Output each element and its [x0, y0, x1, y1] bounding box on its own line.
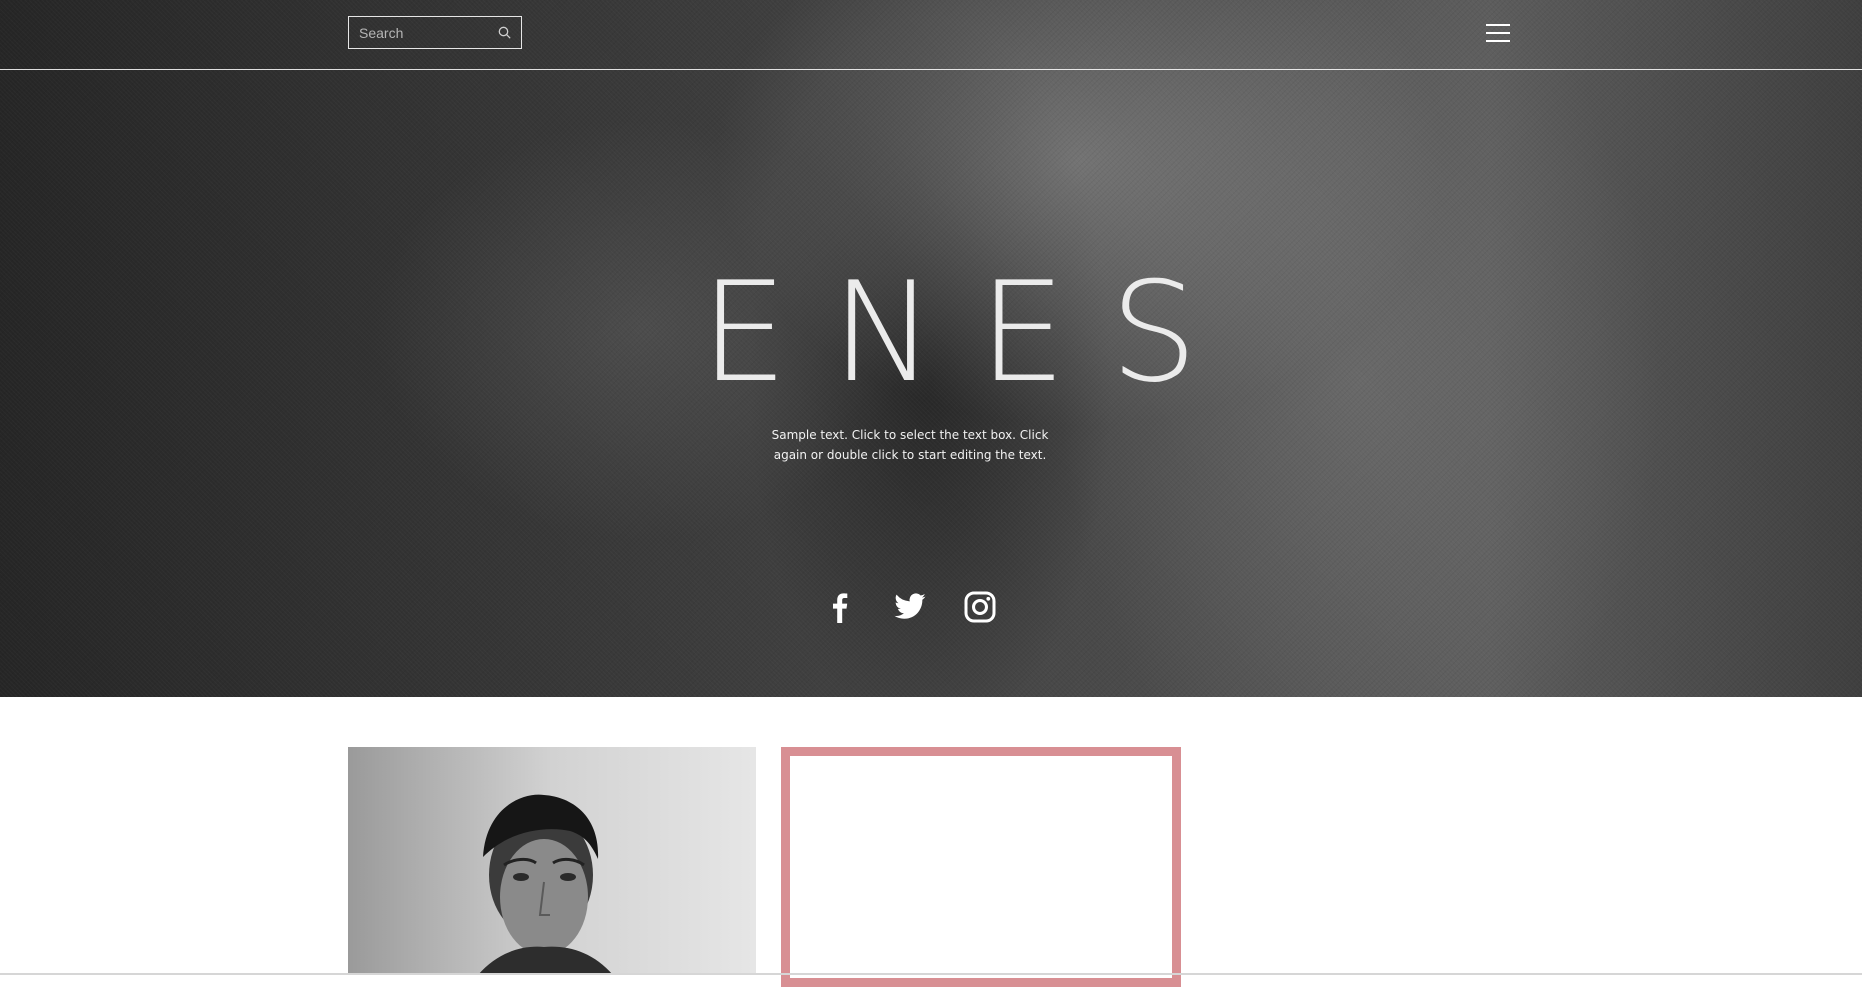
hero-title: ENES: [700, 252, 1242, 413]
facebook-icon[interactable]: [823, 590, 857, 624]
hero-section: ENES Sample text. Click to select the te…: [0, 0, 1862, 697]
search-form: [348, 16, 522, 49]
instagram-icon[interactable]: [963, 590, 997, 624]
hero-description: Sample text. Click to select the text bo…: [771, 428, 1049, 462]
hamburger-menu-icon[interactable]: [1486, 22, 1512, 44]
top-bar: [0, 0, 1862, 70]
twitter-icon[interactable]: [893, 590, 927, 624]
portrait-image: [348, 747, 756, 975]
search-input[interactable]: [349, 17, 489, 48]
content-frame: [781, 747, 1181, 987]
search-icon[interactable]: [495, 23, 515, 43]
